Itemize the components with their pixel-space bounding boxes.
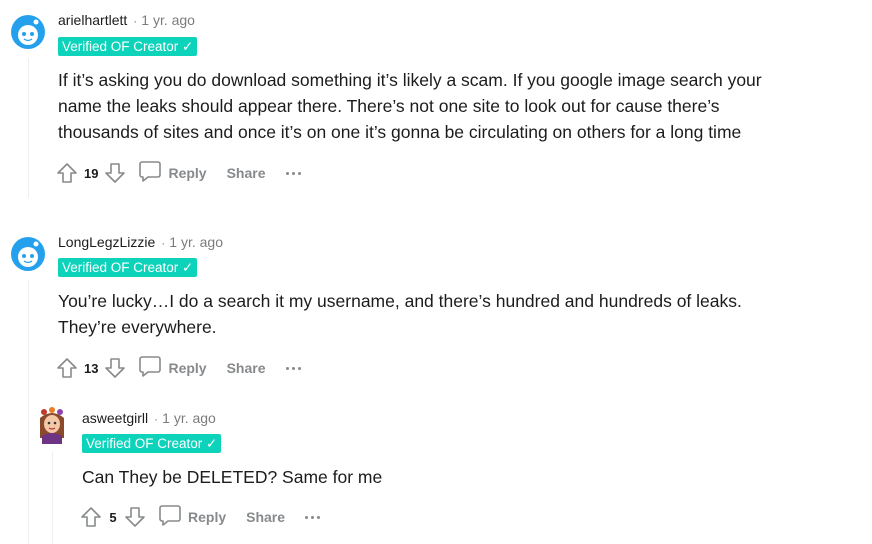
author-name[interactable]: asweetgirll [82,410,148,426]
more-options-icon[interactable] [285,171,301,175]
downvote-icon[interactable] [122,504,148,530]
comment-line: name the leaks should appear there. Ther… [58,96,720,116]
comment-bubble-icon [138,355,162,382]
upvote-icon[interactable] [78,504,104,530]
meta-separator: · [154,412,159,426]
comment-actions: 13 Reply Share [54,354,301,382]
comment-meta: arielhartlett · 1 yr. ago [58,11,195,30]
thread-line[interactable] [28,280,29,544]
vote-score: 5 [109,509,117,525]
meta-separator: · [161,236,166,250]
vote-score: 19 [84,165,99,181]
comment-line: thousands of sites and once it’s on one … [58,122,742,142]
downvote-icon[interactable] [102,355,128,381]
meta-separator: · [133,14,138,28]
reply-button[interactable]: Reply [138,160,207,187]
comment-body: You’re lucky…I do a search it my usernam… [58,288,742,340]
custom-avatar-icon[interactable] [34,406,70,444]
reply-label: Reply [168,165,207,181]
comment-timestamp[interactable]: 1 yr. ago [141,12,195,28]
comment-meta: LongLegzLizzie · 1 yr. ago [58,233,223,252]
reply-label: Reply [168,360,207,376]
upvote-icon[interactable] [54,160,80,186]
comment-actions: 5 Reply Share [78,503,321,531]
more-options-icon[interactable] [285,366,301,370]
comment-line: If it’s asking you do download something… [58,70,762,90]
thread-line[interactable] [28,58,29,198]
user-flair-badge: Verified OF Creator ✓ [58,37,198,56]
snoo-avatar-icon[interactable] [10,236,46,272]
comment-line: Can They be DELETED? Same for me [82,467,383,487]
share-button[interactable]: Share [246,509,285,525]
comment-bubble-icon [138,160,162,187]
snoo-avatar-icon[interactable] [10,14,46,50]
user-flair-badge: Verified OF Creator ✓ [58,258,198,277]
comment-line: They’re everywhere. [58,317,217,337]
author-name[interactable]: arielhartlett [58,12,127,28]
reply-button[interactable]: Reply [138,355,207,382]
downvote-icon[interactable] [102,160,128,186]
comment-line: You’re lucky…I do a search it my usernam… [58,291,742,311]
reply-label: Reply [188,509,227,525]
comment-body: If it’s asking you do download something… [58,67,762,145]
comment-meta: asweetgirll · 1 yr. ago [82,409,216,428]
more-options-icon[interactable] [305,515,321,519]
comment-timestamp[interactable]: 1 yr. ago [169,234,223,250]
author-name[interactable]: LongLegzLizzie [58,234,155,250]
share-button[interactable]: Share [227,165,266,181]
comment-bubble-icon [158,504,182,531]
share-button[interactable]: Share [227,360,266,376]
reply-button[interactable]: Reply [158,504,226,531]
comment-actions: 19 Reply Share [54,159,301,187]
user-flair-badge: Verified OF Creator ✓ [82,434,222,453]
comment-timestamp[interactable]: 1 yr. ago [162,410,216,426]
vote-score: 13 [84,360,99,376]
comment-body: Can They be DELETED? Same for me [82,464,382,490]
thread-line[interactable] [52,452,53,544]
upvote-icon[interactable] [54,355,80,381]
